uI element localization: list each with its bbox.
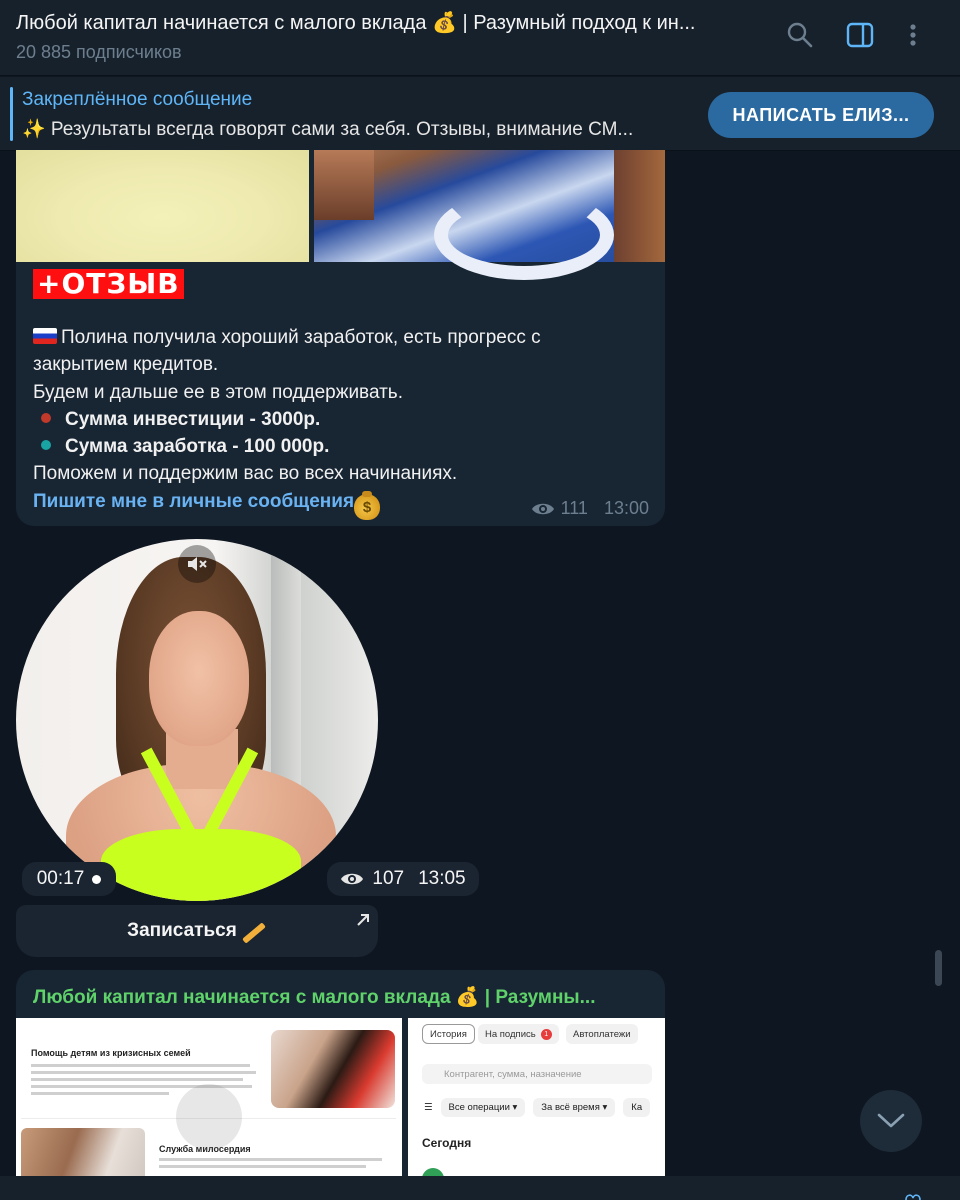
unplayed-dot-icon [92, 874, 102, 884]
teal-dot-icon [41, 440, 51, 451]
message-line: Будем и дальше ее в этом поддерживать. [33, 381, 403, 403]
message-line: Поможем и поддержим вас во всех начинани… [33, 463, 458, 485]
duration-text: 00:17 [36, 868, 85, 889]
screenshot-image[interactable]: История На подпись 1 Автоплатежи Контраг… [408, 1018, 665, 1176]
screenshot-heading: Помощь детям из кризисных семей [31, 1048, 191, 1058]
screenshot-photo [271, 1030, 395, 1108]
screenshot-filter: За всё время ▾ [533, 1098, 616, 1117]
pinned-text: ✨ Результаты всегда говорят сами за себя… [22, 119, 634, 140]
earnings-amount: Сумма заработка - 100 000р. [65, 436, 330, 458]
message-text: Полина получила хороший заработок, есть … [33, 324, 633, 520]
view-count: 107 [372, 868, 405, 889]
search-icon[interactable] [785, 20, 815, 50]
views-icon [531, 501, 555, 517]
view-count: 111 [560, 498, 588, 518]
reaction-icon[interactable] [904, 1192, 922, 1200]
screenshot-text-lines [159, 1158, 389, 1172]
video-message[interactable] [16, 539, 378, 901]
screenshot-filters: ☰ Все операции ▾ За всё время ▾ Ка [424, 1098, 651, 1117]
subscriber-count: 20 885 подписчиков [16, 42, 182, 62]
scroll-to-bottom-button[interactable] [860, 1090, 922, 1152]
screenshot-image[interactable]: Помощь детям из кризисных семей Служба м… [16, 1018, 402, 1176]
forwarded-message-bubble: Любой капитал начинается с малого вклада… [16, 970, 665, 1176]
more-menu-icon[interactable] [898, 20, 928, 50]
video-meta: 107 13:05 [327, 862, 479, 896]
signup-button[interactable]: Записаться [16, 905, 378, 957]
external-link-arrow-icon [356, 911, 370, 926]
muted-icon[interactable] [178, 545, 216, 583]
forwarded-from-title[interactable]: Любой капитал начинается с малого вклада… [33, 985, 643, 1009]
chevron-down-icon [877, 1113, 905, 1128]
message-line: Полина получила хороший заработок, есть … [33, 327, 541, 376]
review-badge: +ОТЗЫВ [33, 269, 184, 299]
pinned-message-bar[interactable]: Закреплённое сообщение ✨ Результаты всег… [0, 77, 960, 151]
scrollbar-thumb[interactable] [935, 950, 942, 986]
message-time: 13:05 [418, 868, 466, 889]
views-icon [340, 871, 364, 887]
screenshot-tab-label: На подпись [485, 1028, 536, 1040]
loading-indicator [176, 1084, 242, 1150]
channel-title[interactable]: Любой капитал начинается с малого вклада… [16, 10, 776, 35]
photo-thumbnail[interactable] [314, 150, 665, 280]
scrollbar-track[interactable] [934, 155, 944, 1170]
dm-link[interactable]: Пишите мне в личные сообщения [33, 491, 354, 512]
pinned-title: Закреплённое сообщение [22, 89, 253, 110]
pinned-accent-bar [10, 87, 13, 141]
screenshot-badge: 1 [540, 1028, 552, 1040]
screenshot-filter: Ка [623, 1098, 651, 1117]
screenshot-tab: На подпись 1 [478, 1024, 559, 1044]
screenshot-filter: Все операции ▾ [440, 1098, 526, 1117]
screenshot-photo [21, 1128, 145, 1176]
sidebar-toggle-icon[interactable] [845, 20, 875, 50]
write-message-button[interactable]: НАПИСАТЬ ЕЛИЗ... [708, 92, 934, 138]
chat-header: Любой капитал начинается с малого вклада… [0, 0, 960, 76]
russia-flag-icon [33, 328, 57, 344]
screenshot-date-heading: Сегодня [422, 1136, 472, 1150]
screenshot-tab: Автоплатежи [566, 1024, 638, 1044]
message-meta: 111 13:00 [531, 498, 649, 519]
money-bag-icon: $ [354, 490, 381, 520]
filter-icon: ☰ [424, 1102, 433, 1113]
red-dot-icon [41, 412, 51, 423]
photo-thumbnail[interactable] [16, 150, 309, 262]
investment-amount: Сумма инвестиции - 3000р. [65, 408, 321, 430]
message-time: 13:00 [603, 498, 649, 518]
signup-label: Записаться [127, 920, 237, 941]
screenshot-search: Контрагент, сумма, назначение [422, 1064, 652, 1084]
pencil-icon [241, 922, 266, 944]
screenshot-tab: История [422, 1024, 475, 1044]
video-duration: 00:17 [22, 862, 116, 896]
screenshot-avatar [422, 1168, 444, 1176]
message-bubble: +ОТЗЫВ Полина получила хороший заработок… [16, 150, 665, 526]
composer-bar [0, 1176, 960, 1200]
